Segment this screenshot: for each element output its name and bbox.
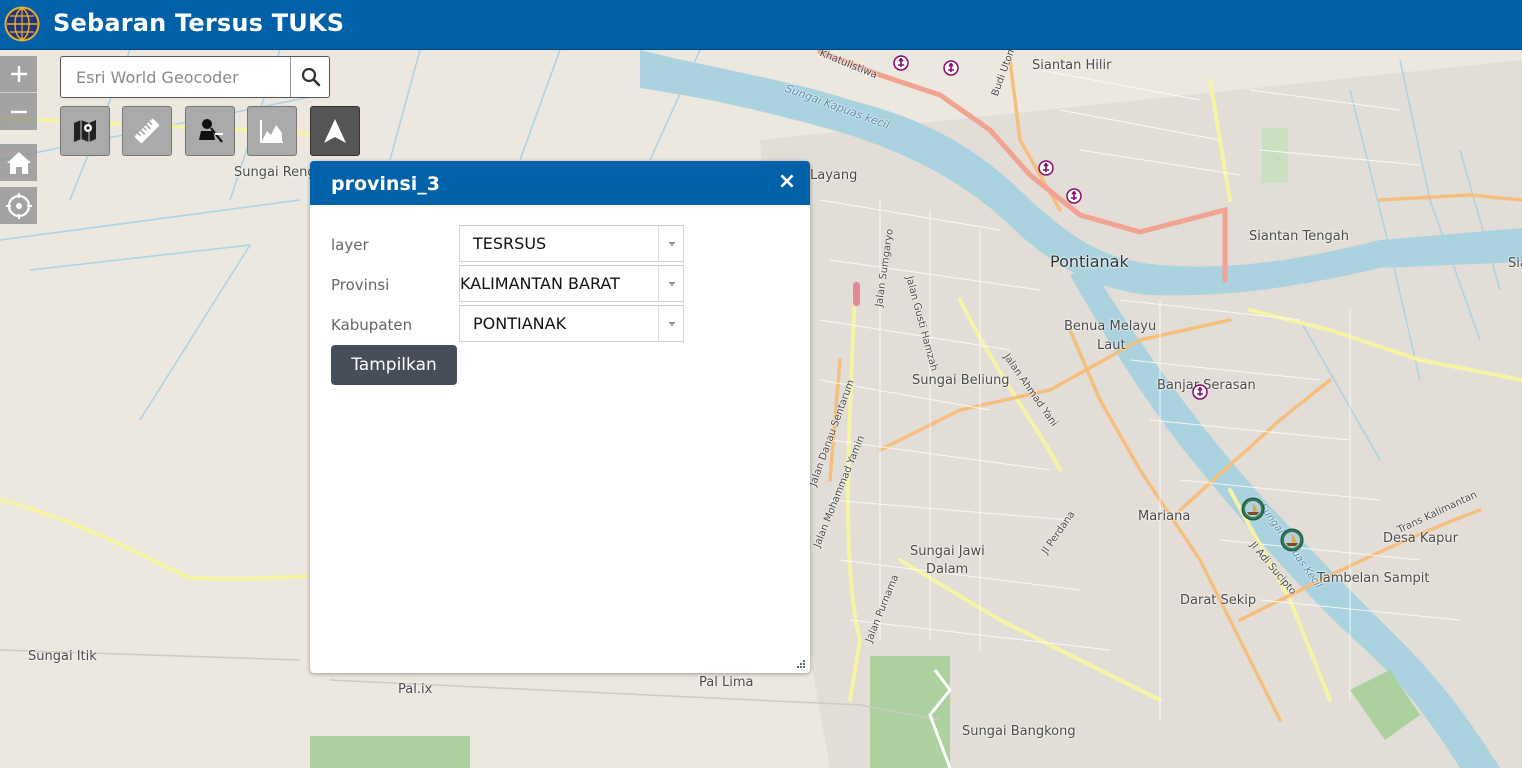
ruler-icon <box>134 118 160 144</box>
map-label-edge: Sia <box>1508 256 1522 271</box>
kabupaten-select-value: PONTIANAK <box>473 314 567 333</box>
elevation-tool-button[interactable] <box>247 106 297 156</box>
app-root: Sebaran Tersus TUKS Siantan Hilir Sungai… <box>0 0 1522 768</box>
app-header: Sebaran Tersus TUKS <box>0 0 1522 50</box>
home-button[interactable] <box>0 144 37 181</box>
port-marker-icon[interactable] <box>1038 160 1054 176</box>
provinsi-select-value: KALIMANTAN BARAT <box>460 274 620 293</box>
layer-select[interactable]: TESRSUS <box>459 225 684 262</box>
provinsi-select[interactable]: KALIMANTAN BARAT <box>459 265 684 302</box>
measure-tool-button[interactable] <box>122 106 172 156</box>
filter-dialog: provinsi_3 × layer TESRSUS Provinsi KALI… <box>310 161 810 673</box>
port-marker-icon[interactable] <box>943 60 959 76</box>
kabupaten-select[interactable]: PONTIANAK <box>459 305 684 342</box>
ship-marker-icon[interactable] <box>1241 497 1265 521</box>
home-icon <box>6 151 31 174</box>
port-marker-icon[interactable] <box>1192 384 1208 400</box>
map-label-sungai-beliung: Sungai Beliung <box>912 373 1010 388</box>
chevron-down-icon[interactable] <box>658 226 684 261</box>
map-label-sungai-jawi: Sungai Jawi <box>910 544 985 559</box>
plus-icon <box>10 66 27 82</box>
layer-label: layer <box>331 236 369 254</box>
search-input[interactable] <box>61 57 289 97</box>
resize-handle-icon[interactable] <box>796 659 806 669</box>
map-label-siantan-hilir: Siantan Hilir <box>1032 58 1112 73</box>
zoom-out-button[interactable] <box>0 93 37 130</box>
app-title: Sebaran Tersus TUKS <box>53 9 345 37</box>
map-label-darat-sekip: Darat Sekip <box>1180 593 1257 608</box>
map-label-tambelan-sampit: Tambelan Sampit <box>1317 571 1430 586</box>
map-label-sungai-itik: Sungai Itik <box>28 649 97 664</box>
kabupaten-label: Kabupaten <box>331 316 413 334</box>
provinsi-label: Provinsi <box>331 276 390 294</box>
dialog-title: provinsi_3 <box>331 173 440 195</box>
map-label-desa-kapur: Desa Kapur <box>1383 531 1458 546</box>
search-button[interactable] <box>290 57 331 97</box>
map-label-sungai-rengas: Sungai Reng <box>234 165 316 180</box>
chevron-down-icon[interactable] <box>658 306 684 341</box>
locate-button[interactable] <box>0 187 37 224</box>
map-label-sungai-bangkong: Sungai Bangkong <box>962 724 1076 739</box>
navigation-tool-button[interactable] <box>310 106 360 156</box>
tampilkan-button[interactable]: Tampilkan <box>331 345 457 385</box>
close-icon[interactable]: × <box>776 171 798 193</box>
filter-tool-icon <box>199 119 223 143</box>
globe-logo-icon <box>4 6 40 42</box>
ship-marker-icon[interactable] <box>1280 528 1304 552</box>
chevron-down-icon[interactable] <box>658 266 684 301</box>
map-label-benua-melayu-laut: Laut <box>1097 338 1126 353</box>
map-label-benua-melayu: Benua Melayu <box>1064 319 1157 334</box>
zoom-in-button[interactable] <box>0 56 37 93</box>
map-label-pal-ix: Pal.ix <box>398 682 433 697</box>
navigation-arrow-icon <box>324 119 346 143</box>
map-label-pontianak: Pontianak <box>1050 252 1129 271</box>
geocoder-search <box>60 56 330 98</box>
map-icon <box>74 120 96 142</box>
map-label-mariana: Mariana <box>1138 509 1191 524</box>
dialog-header[interactable]: provinsi_3 × <box>310 161 810 205</box>
basemap-tool-button[interactable] <box>60 106 110 156</box>
map-label-siantan-tengah: Siantan Tengah <box>1249 229 1349 244</box>
port-marker-icon[interactable] <box>893 55 909 71</box>
search-icon <box>301 67 321 87</box>
layer-select-value: TESRSUS <box>473 234 547 253</box>
map-label-pal-lima: Pal Lima <box>699 675 754 690</box>
minus-icon <box>10 110 27 113</box>
locate-icon <box>5 192 32 219</box>
map-label-layang: Layang <box>810 168 858 183</box>
elevation-chart-icon <box>260 120 283 143</box>
query-tool-button[interactable] <box>185 106 235 156</box>
map-label-sungai-jawi-dalam: Dalam <box>926 562 969 577</box>
port-marker-icon[interactable] <box>1066 188 1082 204</box>
